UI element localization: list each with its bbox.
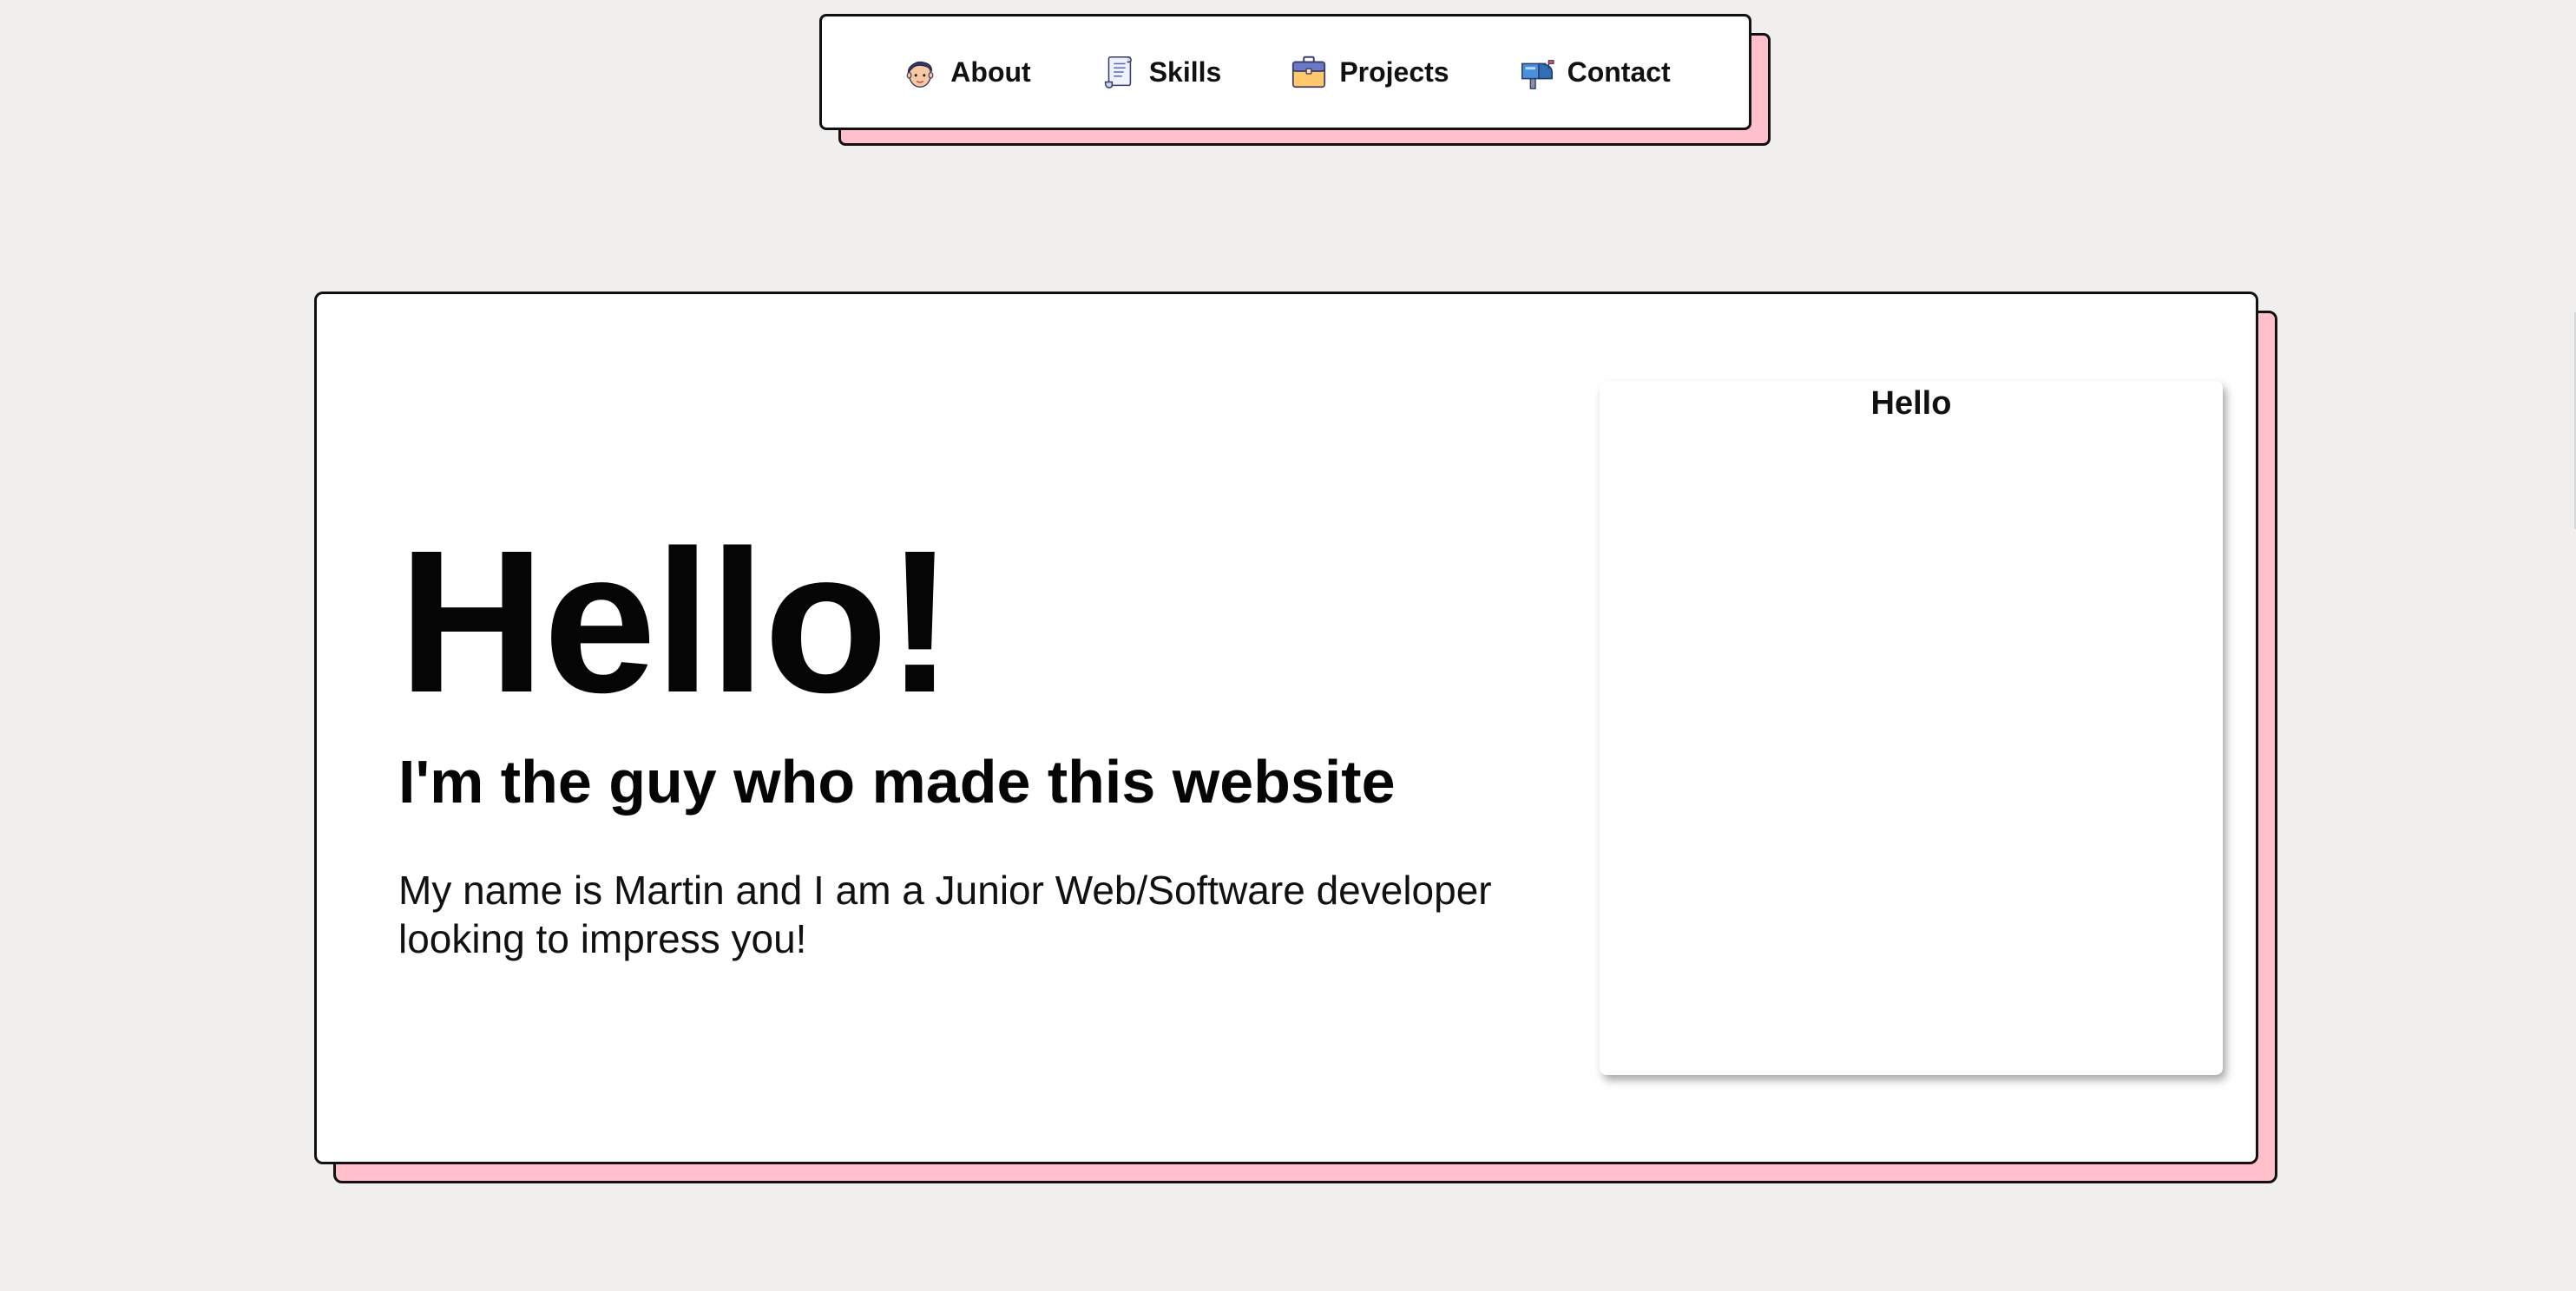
hello-card: Hello [1600, 381, 2223, 1075]
nav-label-contact: Contact [1567, 56, 1671, 88]
nav-item-contact[interactable]: Contact [1517, 52, 1671, 92]
nav-item-projects[interactable]: Projects [1289, 52, 1449, 92]
hero-subtitle: I'm the guy who made this website [398, 748, 1396, 816]
briefcase-icon [1292, 56, 1326, 88]
nav-label-skills: Skills [1148, 56, 1222, 88]
hero-card: Hello! I'm the guy who made this website… [314, 292, 2258, 1164]
hello-card-label: Hello [1870, 385, 1952, 422]
nav-item-skills[interactable]: Skills [1099, 52, 1222, 92]
face-icon [906, 61, 934, 88]
hero-text: Hello! I'm the guy who made this website… [398, 520, 1579, 963]
nav-item-about[interactable]: About [900, 52, 1031, 92]
nav-label-about: About [950, 56, 1031, 88]
hero-title: Hello! [398, 508, 954, 735]
nav-label-projects: Projects [1339, 56, 1449, 88]
hero-body: My name is Martin and I am a Junior Web/… [398, 868, 1492, 962]
top-nav: About Skills Projects Contact [819, 14, 1751, 130]
scroll-icon [1104, 56, 1132, 88]
mailbox-icon [1521, 60, 1554, 89]
